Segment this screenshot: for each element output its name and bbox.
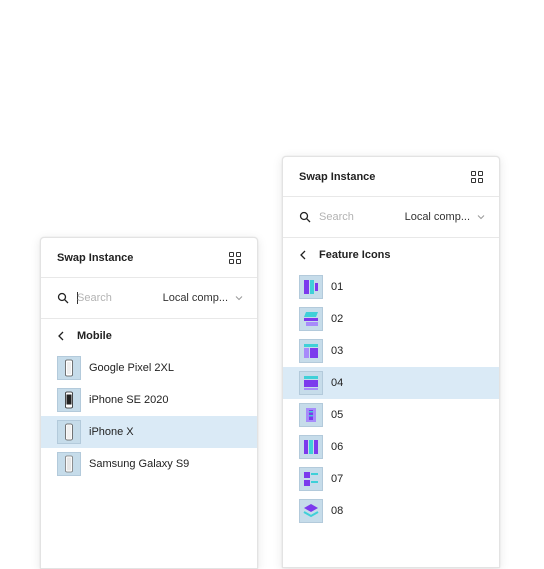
feature-icon-05 xyxy=(299,403,323,427)
library-select[interactable]: Local comp... xyxy=(405,211,485,223)
feature-icon-01 xyxy=(299,275,323,299)
swap-instance-panel-feature-icons: Swap Instance Local comp... Feature Icon… xyxy=(282,156,500,568)
list-item-label: 03 xyxy=(331,345,344,357)
list-item[interactable]: 07 xyxy=(283,463,499,495)
search-input[interactable] xyxy=(319,211,391,223)
list-item-selected[interactable]: iPhone X xyxy=(41,416,257,448)
list-item[interactable]: Samsung Galaxy S9 xyxy=(41,448,257,480)
phone-icon xyxy=(57,420,81,444)
library-select[interactable]: Local comp... xyxy=(163,292,243,304)
list-item-label: 06 xyxy=(331,441,344,453)
search-icon xyxy=(299,211,311,223)
library-select-label: Local comp... xyxy=(404,211,470,223)
chevron-down-icon xyxy=(477,215,485,220)
search-row: Local comp... xyxy=(283,197,499,238)
phone-icon xyxy=(57,452,81,476)
breadcrumb-label: Feature Icons xyxy=(319,249,391,261)
back-arrow-icon[interactable] xyxy=(299,250,307,260)
swap-instance-panel-mobile: Swap Instance Local comp... Mobile Googl… xyxy=(40,237,258,569)
list-item[interactable]: 05 xyxy=(283,399,499,431)
phone-icon xyxy=(57,356,81,380)
back-arrow-icon[interactable] xyxy=(57,331,65,341)
feature-icon-02 xyxy=(299,307,323,331)
search-input[interactable] xyxy=(77,292,149,304)
panel-title: Swap Instance xyxy=(299,170,376,183)
grid-view-icon[interactable] xyxy=(229,251,241,264)
list-item-label: Samsung Galaxy S9 xyxy=(89,458,190,470)
list-item-label: iPhone X xyxy=(89,426,134,438)
list-item[interactable]: 06 xyxy=(283,431,499,463)
search-row: Local comp... xyxy=(41,278,257,319)
feature-icon-03 xyxy=(299,339,323,363)
list-item[interactable]: 02 xyxy=(283,303,499,335)
breadcrumb-label: Mobile xyxy=(77,330,112,342)
list-item-label: 07 xyxy=(331,473,344,485)
list-item[interactable]: 01 xyxy=(283,271,499,303)
grid-view-icon[interactable] xyxy=(471,170,483,183)
list-item[interactable]: 08 xyxy=(283,495,499,527)
chevron-down-icon xyxy=(235,296,243,301)
feature-icon-04 xyxy=(299,371,323,395)
library-select-label: Local comp... xyxy=(162,292,228,304)
list-item-label: 08 xyxy=(331,505,344,517)
list-item-label: 04 xyxy=(331,377,344,389)
panel-title: Swap Instance xyxy=(57,251,134,264)
list-item[interactable]: 03 xyxy=(283,335,499,367)
list-item-label: 01 xyxy=(331,281,344,293)
list-item[interactable]: iPhone SE 2020 xyxy=(41,384,257,416)
list-item-label: 05 xyxy=(331,409,344,421)
breadcrumb: Feature Icons xyxy=(283,239,499,271)
phone-icon xyxy=(57,388,81,412)
panel-header: Swap Instance xyxy=(283,157,499,197)
search-icon xyxy=(57,292,69,304)
feature-icon-08 xyxy=(299,499,323,523)
panel-header: Swap Instance xyxy=(41,238,257,278)
list-item-label: iPhone SE 2020 xyxy=(89,394,169,406)
breadcrumb: Mobile xyxy=(41,320,257,352)
list-item-label: Google Pixel 2XL xyxy=(89,362,174,374)
list-item-selected[interactable]: 04 xyxy=(283,367,499,399)
feature-icon-07 xyxy=(299,467,323,491)
list-item[interactable]: Google Pixel 2XL xyxy=(41,352,257,384)
list-item-label: 02 xyxy=(331,313,344,325)
feature-icon-06 xyxy=(299,435,323,459)
